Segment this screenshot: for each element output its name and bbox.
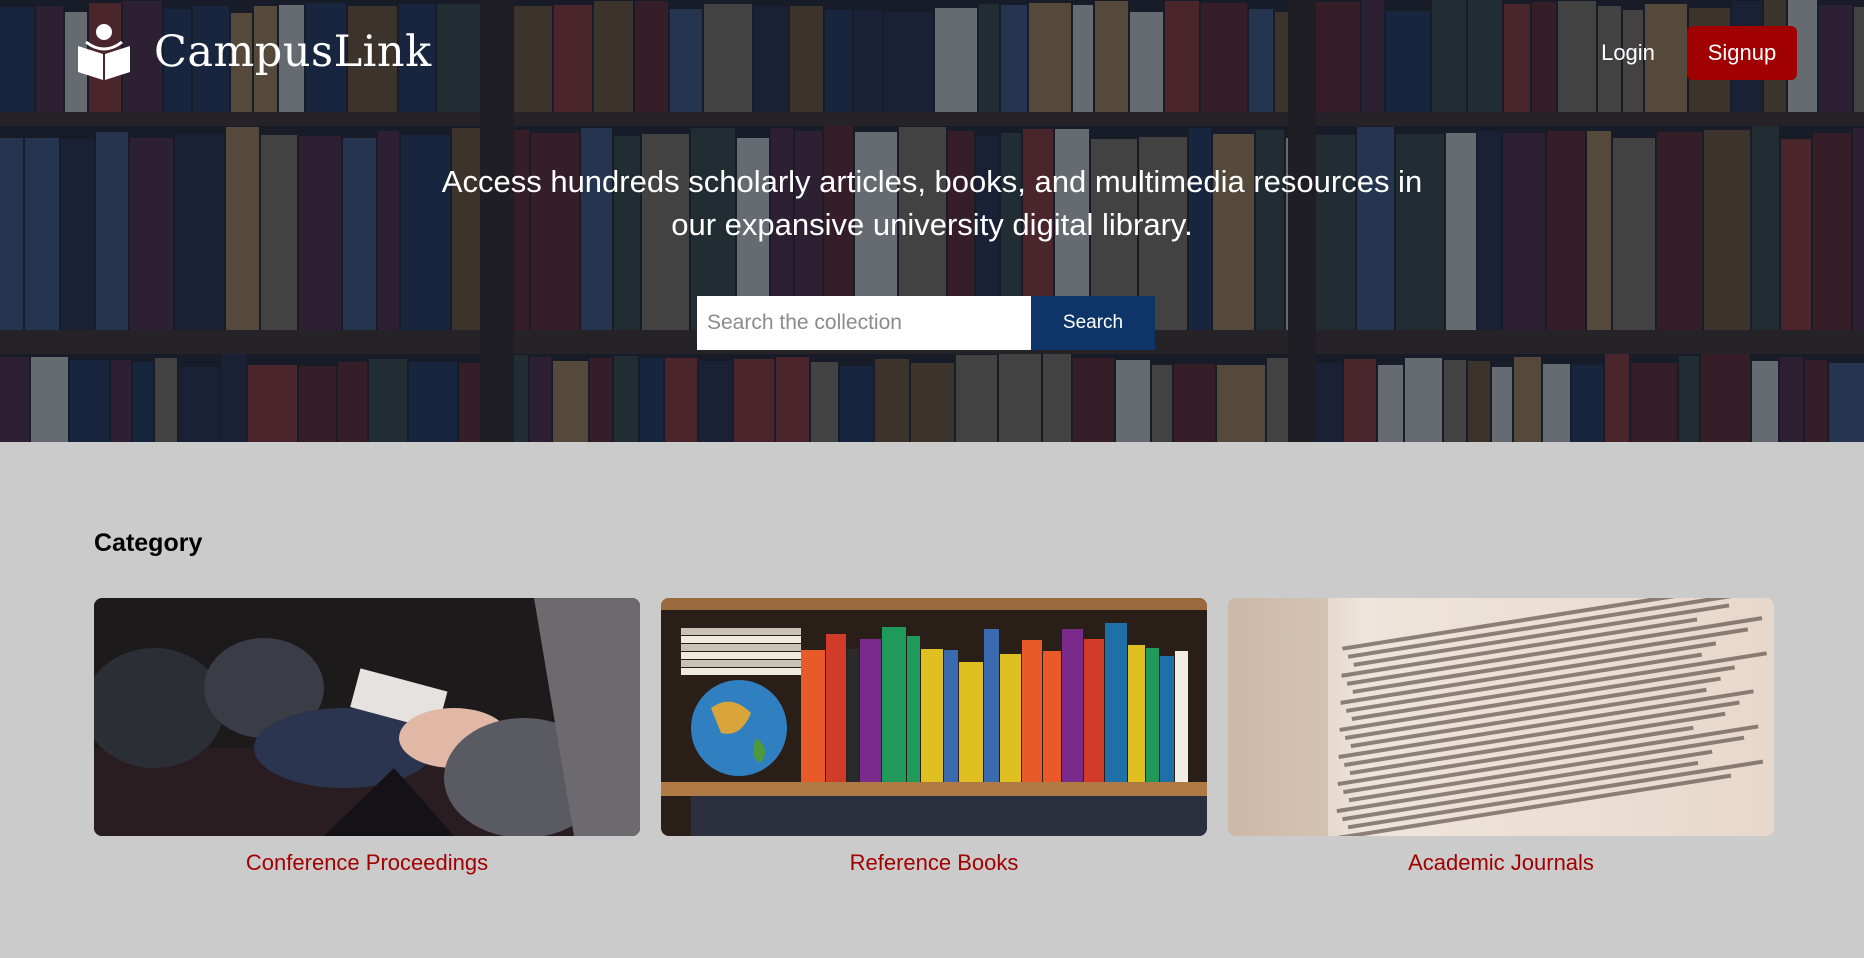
category-card-conference-proceedings[interactable]: Conference Proceedings xyxy=(94,598,640,876)
category-label[interactable]: Conference Proceedings xyxy=(94,850,640,876)
search-button[interactable]: Search xyxy=(1031,296,1155,350)
open-dictionary-image[interactable] xyxy=(1228,598,1774,836)
brand-logo[interactable]: CampusLink xyxy=(76,22,432,82)
book-reader-icon xyxy=(78,24,130,80)
category-label[interactable]: Academic Journals xyxy=(1228,850,1774,876)
category-card-reference-books[interactable]: Reference Books xyxy=(661,598,1207,876)
hero-headline: Access hundreds scholarly articles, book… xyxy=(441,164,1423,242)
brand-name: CampusLink xyxy=(154,27,432,77)
category-label[interactable]: Reference Books xyxy=(661,850,1207,876)
search-input[interactable] xyxy=(697,296,1031,350)
category-card-academic-journals[interactable]: Academic Journals xyxy=(1228,598,1774,876)
top-navigation: CampusLink Login Signup xyxy=(0,0,1864,110)
search-form: Search xyxy=(697,296,1155,350)
signup-button[interactable]: Signup xyxy=(1687,26,1797,80)
conference-attendees-image[interactable] xyxy=(94,598,640,836)
bookshelf-globe-image[interactable] xyxy=(661,598,1207,836)
hero-banner: CampusLink Login Signup Access hundreds … xyxy=(0,0,1864,442)
category-heading: Category xyxy=(94,529,203,557)
login-link[interactable]: Login xyxy=(1586,30,1670,76)
